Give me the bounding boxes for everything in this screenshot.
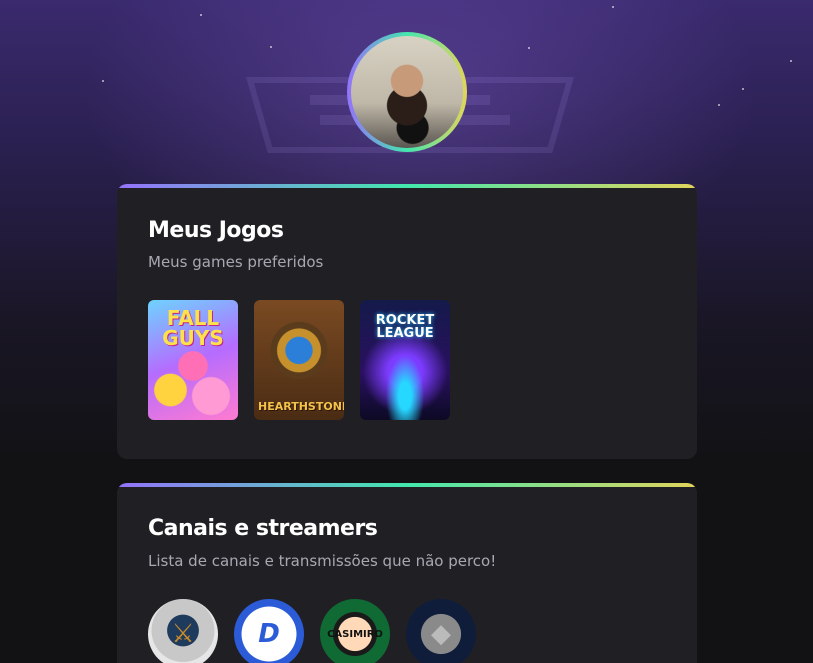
star-decoration — [200, 14, 202, 16]
games-section-title: Meus Jogos — [148, 218, 284, 243]
star-decoration — [612, 6, 614, 8]
game-cover-rocket-league[interactable]: ROCKET LEAGUE — [360, 300, 450, 420]
d-letter-icon: D — [258, 619, 280, 649]
channel-d-letter-logo[interactable]: D — [234, 599, 304, 663]
channels-card: Canais e streamers Lista de canais e tra… — [117, 483, 697, 663]
knight-helmet-icon: ⚔ — [171, 619, 195, 649]
game-cover-hearthstone[interactable]: HEARTHSTONE — [254, 300, 344, 420]
star-decoration — [528, 47, 530, 49]
star-decoration — [102, 80, 104, 82]
channels-section-title: Canais e streamers — [148, 516, 378, 541]
channel-asteroid-logo[interactable]: ◆ — [406, 599, 476, 663]
star-decoration — [790, 60, 792, 62]
asteroid-icon: ◆ — [431, 619, 451, 649]
channels-section-subtitle: Lista de canais e transmissões que não p… — [148, 552, 497, 570]
channel-casimiro-logo[interactable]: CASIMIRO — [320, 599, 390, 663]
games-list: FALL GUYS HEARTHSTONE ROCKET LEAGUE — [148, 300, 450, 420]
star-decoration — [270, 46, 272, 48]
casimiro-cartoon-icon: CASIMIRO — [327, 628, 383, 640]
game-cover-text: HEARTHSTONE — [258, 400, 344, 413]
games-card: Meus Jogos Meus games preferidos FALL GU… — [117, 184, 697, 459]
games-section-subtitle: Meus games preferidos — [148, 253, 324, 271]
game-cover-fall-guys[interactable]: FALL GUYS — [148, 300, 238, 420]
game-cover-text: ROCKET LEAGUE — [375, 313, 435, 341]
game-cover-text: FALL GUYS — [162, 306, 224, 350]
channel-knight-helmet-logo[interactable]: ⚔ — [148, 599, 218, 663]
profile-avatar — [351, 36, 463, 148]
profile-avatar-ring — [347, 32, 467, 152]
channels-list: ⚔ D CASIMIRO ◆ — [148, 599, 476, 663]
star-decoration — [718, 104, 720, 106]
star-decoration — [742, 88, 744, 90]
